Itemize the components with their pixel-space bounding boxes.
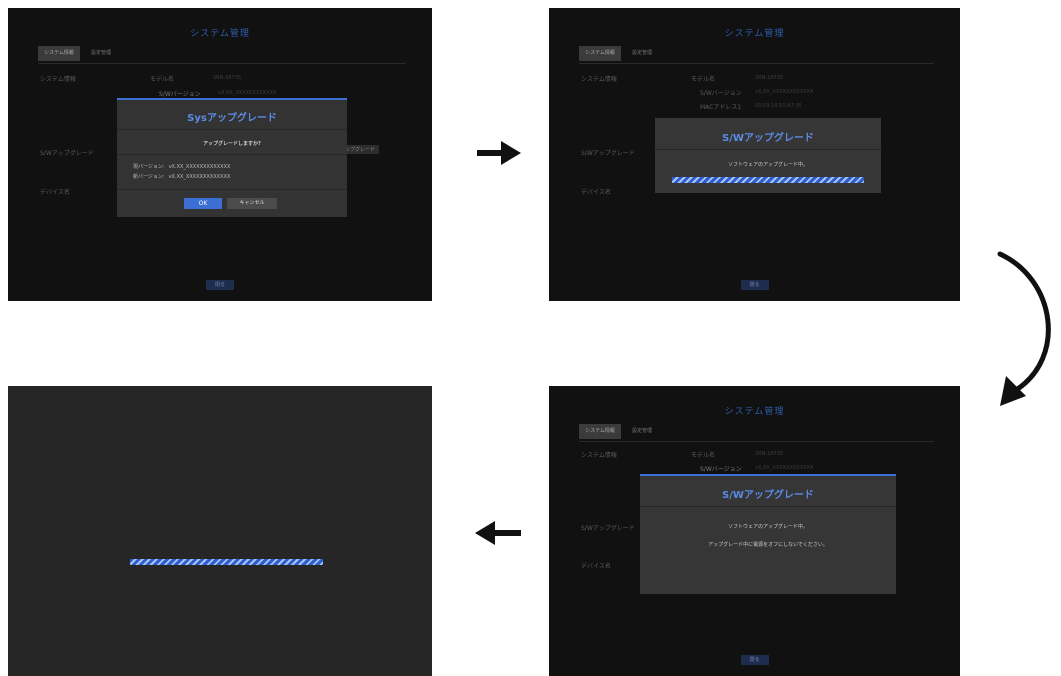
model-value: SRN-1673S (755, 75, 784, 81)
screen-upgrade-confirm: システム管理 システム情報 設定管理 システム情報 モデル名 SRN-1673S… (8, 8, 432, 301)
dialog-divider (640, 506, 896, 507)
confirm-question: アップグレードしますか? (203, 141, 261, 147)
cancel-button[interactable]: キャンセル (227, 198, 277, 209)
progress-bar (672, 177, 864, 183)
screen-upgrade-warning: システム管理 システム情報 設定管理 システム情報 モデル名 SRN-1673S… (549, 386, 960, 676)
dialog-top-accent (640, 474, 896, 476)
model-value: SRN-1673S (213, 75, 242, 81)
tab-settings-mgmt[interactable]: 設定管理 (625, 46, 659, 61)
section-system-info-label: システム情報 (40, 76, 76, 83)
tab-settings-mgmt[interactable]: 設定管理 (84, 46, 118, 61)
dialog-top-accent (117, 98, 347, 100)
dialog-divider (655, 149, 881, 150)
screen-title: システム管理 (190, 29, 250, 39)
ok-button[interactable]: OK (184, 198, 222, 209)
dialog-divider (117, 154, 347, 155)
model-value: SRN-1673S (755, 451, 784, 457)
dialog-divider (117, 189, 347, 190)
progress-message: ソフトウェアのアップグレード中。 (727, 524, 808, 530)
tab-system-info[interactable]: システム情報 (579, 46, 621, 61)
model-label: モデル名 (691, 452, 716, 459)
section-system-info-label: システム情報 (581, 76, 617, 83)
section-device-name-label: デバイス名 (40, 189, 70, 196)
curved-arrow-down-icon (997, 251, 1051, 406)
new-version-value: vX.XX_XXXXXXXXXXXXX (168, 174, 231, 180)
new-version-row: 新バージョン: vX.XX_XXXXXXXXXXXXX (133, 173, 234, 180)
sw-version-label: S/Wバージョン (700, 466, 742, 473)
tab-bar: システム情報 設定管理 (38, 46, 406, 64)
dialog-title: S/Wアップグレード (722, 133, 814, 144)
sw-version-value: vX.XX_XXXXXXXXXXXX (755, 465, 814, 471)
mac-address-value: 00:09:18:50:A7:35 (755, 103, 802, 109)
tab-settings-mgmt[interactable]: 設定管理 (625, 424, 659, 439)
model-label: モデル名 (150, 76, 175, 83)
dialog-title: S/Wアップグレード (722, 490, 814, 501)
section-sw-upgrade-label: S/Wアップグレード (581, 150, 635, 157)
dialog-divider (117, 129, 347, 130)
dialog-title: Sysアップグレード (187, 113, 277, 124)
sw-version-value: vX.XX_XXXXXXXXXXXX (755, 89, 814, 95)
arrow-right-icon (477, 141, 521, 165)
section-device-name-label: デバイス名 (581, 563, 611, 570)
tab-system-info[interactable]: システム情報 (38, 46, 80, 61)
upgrade-progress-dialog: S/Wアップグレード ソフトウェアのアップグレード中。 (655, 118, 881, 193)
current-version-row: 現バージョン: vX.XX_XXXXXXXXXXXXX (133, 163, 234, 170)
close-button[interactable]: 閉る (740, 280, 769, 290)
screen-upgrade-progress: システム管理 システム情報 設定管理 システム情報 モデル名 SRN-1673S… (549, 8, 960, 301)
progress-message: ソフトウェアのアップグレード中。 (727, 162, 808, 168)
screen-title: システム管理 (724, 407, 785, 417)
section-sw-upgrade-label: S/Wアップグレード (581, 525, 635, 532)
section-sw-upgrade-label: S/Wアップグレード (40, 150, 94, 157)
new-version-label: 新バージョン: (133, 174, 165, 180)
section-device-name-label: デバイス名 (581, 189, 611, 196)
tab-bar: システム情報 設定管理 (579, 46, 934, 64)
model-label: モデル名 (691, 76, 716, 83)
tab-system-info[interactable]: システム情報 (579, 424, 621, 439)
upgrade-confirm-dialog: Sysアップグレード アップグレードしますか? 現バージョン: vX.XX_XXX… (117, 98, 347, 217)
close-button[interactable]: 閉る (740, 655, 769, 665)
mac-address-label: MACアドレス1 (700, 104, 742, 111)
section-system-info-label: システム情報 (581, 452, 617, 459)
reboot-progress-bar (130, 559, 323, 565)
power-off-warning: アップグレード中に電源をオフにしないでください。 (708, 542, 828, 548)
screen-reboot-progress (8, 386, 432, 676)
sw-version-label: S/Wバージョン (700, 90, 742, 97)
upgrade-warning-dialog: S/Wアップグレード ソフトウェアのアップグレード中。 アップグレード中に電源を… (640, 474, 896, 594)
current-version-label: 現バージョン: (133, 164, 165, 170)
sw-version-value: vX.XX_XXXXXXXXXXXX (218, 90, 277, 96)
arrow-left-icon (475, 521, 521, 545)
screen-title: システム管理 (724, 29, 785, 39)
sw-version-label: S/Wバージョン (159, 91, 201, 98)
current-version-value: vX.XX_XXXXXXXXXXXXX (168, 164, 231, 170)
close-button[interactable]: 閉る (206, 280, 234, 290)
tab-bar: システム情報 設定管理 (579, 424, 934, 442)
